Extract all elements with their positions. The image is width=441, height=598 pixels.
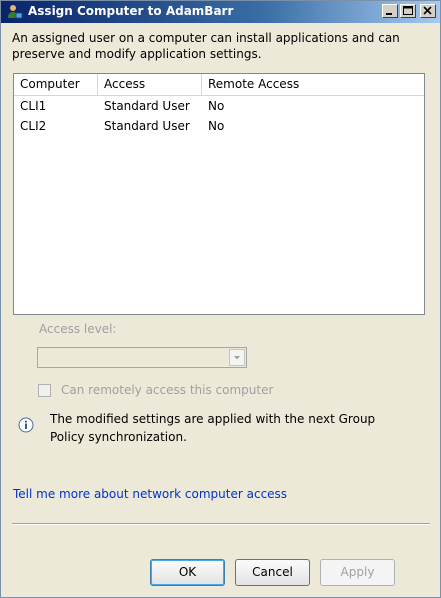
cell-remote-access: No (208, 119, 225, 133)
cell-remote-access: No (208, 99, 225, 113)
info-icon (18, 417, 34, 433)
description-line-1: An assigned user on a computer can insta… (12, 31, 400, 45)
cell-access: Standard User (104, 119, 190, 133)
column-header-remote-access[interactable]: Remote Access (202, 74, 424, 95)
title-bar[interactable]: Assign Computer to AdamBarr (1, 1, 440, 23)
maximize-button[interactable] (400, 4, 416, 18)
cancel-button[interactable]: Cancel (235, 559, 310, 586)
cell-access: Standard User (104, 99, 190, 113)
column-header-computer[interactable]: Computer (14, 74, 98, 95)
table-row[interactable]: CLI1 Standard User No (14, 96, 424, 116)
column-header-access[interactable]: Access (98, 74, 202, 95)
info-line-1: The modified settings are applied with t… (50, 412, 376, 426)
info-line-2: Policy synchronization. (50, 430, 187, 444)
minimize-button[interactable] (382, 4, 398, 18)
close-button[interactable] (420, 4, 436, 18)
cell-computer: CLI1 (20, 99, 47, 113)
cell-computer: CLI2 (20, 119, 47, 133)
help-link[interactable]: Tell me more about network computer acce… (13, 487, 287, 501)
chevron-down-icon (234, 356, 240, 360)
user-computer-icon (7, 4, 23, 20)
description-line-2: preserve and modify application settings… (12, 47, 262, 61)
apply-button[interactable]: Apply (320, 559, 395, 586)
dialog-window: Assign Computer to AdamBarr An assigned … (0, 0, 441, 598)
table-row[interactable]: CLI2 Standard User No (14, 116, 424, 136)
computer-list[interactable]: Computer Access Remote Access CLI1 Stand… (13, 73, 425, 315)
access-level-label: Access level: (39, 322, 117, 336)
ok-button[interactable]: OK (150, 559, 225, 586)
list-header: Computer Access Remote Access (14, 74, 424, 96)
dropdown-button[interactable] (229, 349, 245, 366)
access-level-select[interactable] (37, 347, 247, 368)
separator (12, 523, 430, 525)
window-title: Assign Computer to AdamBarr (28, 4, 234, 18)
maximize-icon (403, 6, 413, 15)
description-text: An assigned user on a computer can insta… (12, 30, 432, 62)
remote-access-checkbox[interactable] (38, 384, 51, 397)
close-icon (423, 6, 432, 15)
minimize-icon (386, 13, 392, 15)
info-message: The modified settings are applied with t… (50, 410, 420, 446)
remote-access-label: Can remotely access this computer (61, 383, 274, 397)
